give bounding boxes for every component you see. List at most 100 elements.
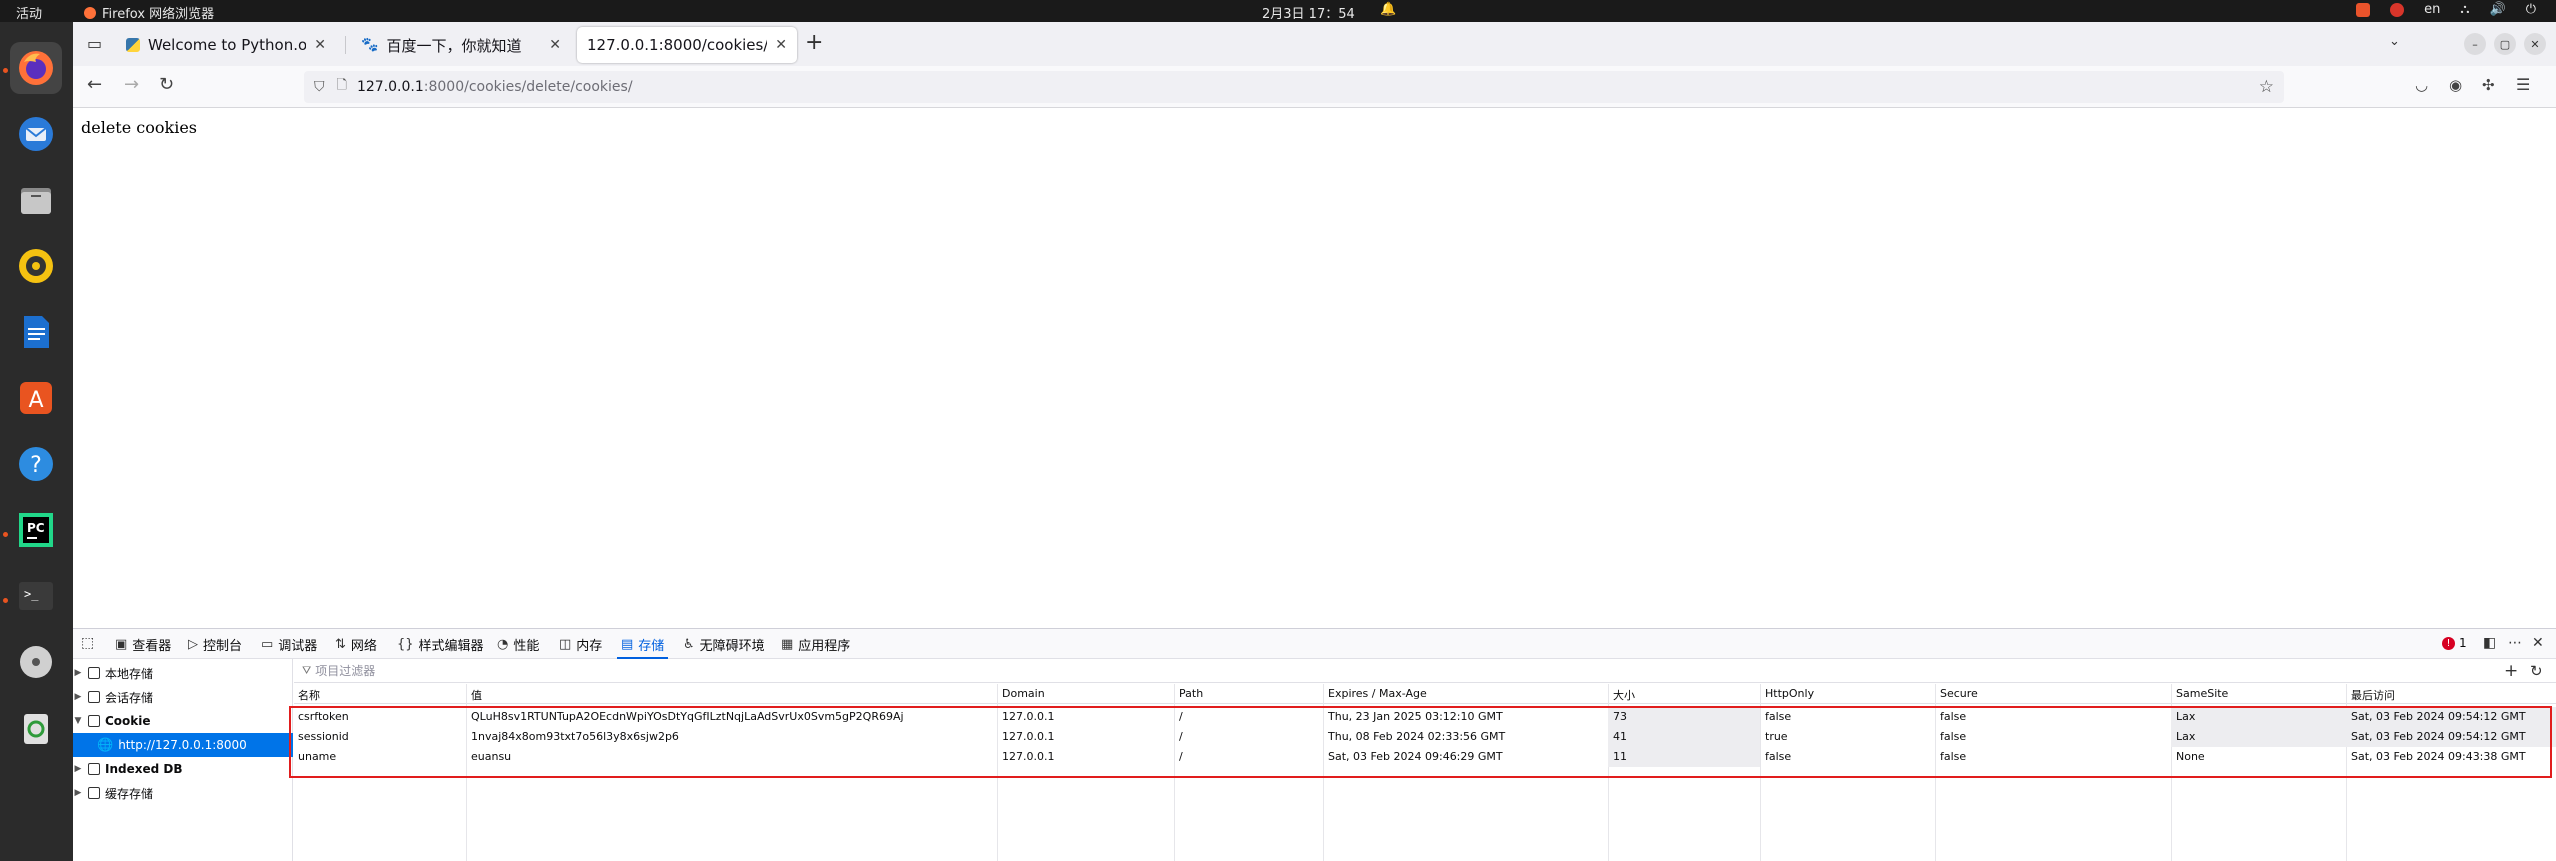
thunderbird-icon[interactable] (10, 108, 62, 160)
column-header-value[interactable]: 值 (471, 687, 482, 703)
bookmark-star-icon[interactable]: ☆ (2259, 77, 2274, 97)
devtools-tab-label: 调试器 (278, 638, 318, 654)
reload-icon[interactable]: ↻ (159, 74, 174, 95)
dvd-drive-icon[interactable] (10, 636, 62, 688)
firefox-icon[interactable] (10, 42, 62, 94)
devtools-tab-label: 网络 (350, 638, 377, 654)
trash-icon[interactable] (10, 702, 62, 754)
language-indicator[interactable]: en (2424, 2, 2440, 17)
system-tray[interactable]: en ⛬ 🔊 ⏻ (2356, 2, 2536, 17)
devtools-tab-application[interactable]: ▦ 应用程序 (781, 629, 850, 659)
tree-item-session-storage[interactable]: ▶ 会话存储 (73, 685, 293, 709)
accessibility-icon: ♿ (683, 636, 695, 652)
libreoffice-writer-icon[interactable] (10, 306, 62, 358)
minimize-window-icon[interactable]: – (2464, 33, 2486, 55)
dock-side-icon[interactable]: ◧ (2483, 635, 2496, 651)
devtools-tab-network[interactable]: ⇅ 网络 (335, 629, 377, 659)
application-icon: ▦ (781, 636, 794, 652)
devtools-tab-inspector[interactable]: ▣ 查看器 (115, 629, 171, 659)
url-bar[interactable]: ⛉ 🗋 127.0.0.1:8000/cookies/delete/cookie… (304, 71, 2284, 103)
items-filter-input[interactable] (315, 663, 916, 678)
close-window-icon[interactable]: ✕ (2524, 33, 2546, 55)
tab-close-icon[interactable]: ✕ (549, 37, 561, 53)
tree-item-cookie[interactable]: ▼ Cookie (73, 709, 293, 733)
tree-item-label: http://127.0.0.1:8000 (118, 738, 247, 752)
column-header-name[interactable]: 名称 (298, 687, 320, 703)
collapsed-arrow-icon[interactable]: ▶ (73, 668, 83, 678)
tab-baidu[interactable]: 🐾 百度一下，你就知道 ✕ (351, 27, 571, 63)
column-header-size[interactable]: 大小 (1613, 687, 1635, 703)
column-header-httponly[interactable]: HttpOnly (1765, 687, 1814, 700)
account-icon[interactable]: ◉ (2449, 76, 2462, 94)
power-icon[interactable]: ⏻ (2526, 2, 2536, 17)
no-entry-icon[interactable] (2390, 2, 2405, 17)
devtools-tab-accessibility[interactable]: ♿ 无障碍环境 (683, 629, 765, 659)
url-text[interactable]: 127.0.0.1:8000/cookies/delete/cookies/ (357, 79, 633, 95)
app-center-icon[interactable]: A (10, 372, 62, 424)
help-icon[interactable]: ? (10, 438, 62, 490)
filter-icon: ⛛ (302, 663, 312, 677)
tab-title: 127.0.0.1:8000/cookies/dele (587, 36, 768, 54)
system-top-bar: 活动 Firefox 网络浏览器 2月3日 17：54 🔔 en ⛬ 🔊 ⏻ (0, 0, 2556, 22)
files-icon[interactable] (10, 174, 62, 226)
tab-close-icon[interactable]: ✕ (314, 37, 326, 53)
devtools-tab-console[interactable]: ▷ 控制台 (188, 629, 242, 659)
tree-item-local-storage[interactable]: ▶ 本地存储 (73, 661, 293, 685)
network-icon: ⇅ (335, 636, 346, 652)
firefox-view-icon[interactable]: ▭ (87, 34, 102, 53)
hamburger-menu-icon[interactable]: ☰ (2516, 75, 2530, 94)
devtools-tab-performance[interactable]: ◔ 性能 (497, 629, 539, 659)
volume-icon[interactable]: 🔊 (2490, 2, 2506, 17)
rhythmbox-icon[interactable] (10, 240, 62, 292)
tree-item-indexed-db[interactable]: ▶ Indexed DB (73, 757, 293, 781)
notification-bell-icon: 🔔 (1380, 2, 1397, 17)
tree-item-cookie-origin[interactable]: 🌐 http://127.0.0.1:8000 (73, 733, 293, 757)
app-indicator-icon[interactable] (2356, 2, 2371, 17)
network-icon[interactable]: ⛬ (2460, 2, 2469, 17)
extensions-icon[interactable]: ✣ (2482, 76, 2495, 94)
pycharm-icon[interactable]: PC (10, 504, 62, 556)
new-tab-button[interactable]: + (805, 30, 823, 55)
page-info-icon[interactable]: 🗋 (337, 76, 347, 98)
refresh-items-icon[interactable]: ↻ (2530, 662, 2543, 680)
style-editor-icon: {} (397, 636, 414, 652)
forward-arrow-icon[interactable]: → (124, 74, 139, 95)
devtools-tab-debugger[interactable]: ▭ 调试器 (261, 629, 317, 659)
list-all-tabs-icon[interactable]: ⌄ (2389, 34, 2400, 49)
column-header-path[interactable]: Path (1179, 687, 1203, 700)
column-header-domain[interactable]: Domain (1002, 687, 1045, 700)
error-count-badge[interactable]: ! 1 (2442, 636, 2467, 650)
tab-cookies[interactable]: 127.0.0.1:8000/cookies/dele ✕ (577, 27, 797, 63)
column-header-expires[interactable]: Expires / Max-Age (1328, 687, 1427, 700)
terminal-icon[interactable]: >_ (10, 570, 62, 622)
firefox-small-icon (84, 6, 96, 19)
collapsed-arrow-icon[interactable]: ▶ (73, 692, 83, 702)
tab-python-org[interactable]: Welcome to Python.org ✕ (116, 27, 336, 63)
column-header-samesite[interactable]: SameSite (2176, 687, 2228, 700)
collapsed-arrow-icon[interactable]: ▶ (73, 788, 83, 798)
console-icon: ▷ (188, 636, 198, 652)
column-header-last-accessed[interactable]: 最后访问 (2351, 687, 2395, 703)
expanded-arrow-icon[interactable]: ▼ (73, 716, 83, 726)
devtools-menu-icon[interactable]: ⋯ (2508, 635, 2522, 651)
element-picker-icon[interactable]: ⬚ (81, 635, 94, 651)
devtools-tab-style-editor[interactable]: {} 样式编辑器 (397, 629, 484, 659)
devtools-tab-storage[interactable]: ▤ 存储 (617, 629, 669, 659)
column-header-secure[interactable]: Secure (1940, 687, 1978, 700)
clock[interactable]: 2月3日 17：54 (1262, 3, 1355, 22)
pocket-icon[interactable]: ◡ (2415, 76, 2428, 94)
maximize-window-icon[interactable]: ▢ (2494, 33, 2516, 55)
storage-db-icon (88, 667, 100, 679)
tab-close-icon[interactable]: ✕ (775, 37, 787, 53)
collapsed-arrow-icon[interactable]: ▶ (73, 764, 83, 774)
tracking-protection-shield-icon[interactable]: ⛉ (314, 79, 325, 95)
add-item-icon[interactable]: + (2504, 661, 2518, 681)
tree-item-cache-storage[interactable]: ▶ 缓存存储 (73, 781, 293, 805)
running-indicator (3, 532, 8, 537)
devtools-tab-memory[interactable]: ◫ 内存 (559, 629, 602, 659)
app-menu[interactable]: Firefox 网络浏览器 (84, 3, 214, 22)
back-arrow-icon[interactable]: ← (87, 74, 102, 95)
close-devtools-icon[interactable]: ✕ (2532, 635, 2544, 651)
devtools-toolbar: ⬚ ▣ 查看器 ▷ 控制台 ▭ 调试器 ⇅ 网络 {} 样式编辑器 ◔ 性能 ◫ 内存 ▤ 存储… (73, 629, 2556, 659)
activities-button[interactable]: 活动 (16, 3, 42, 22)
